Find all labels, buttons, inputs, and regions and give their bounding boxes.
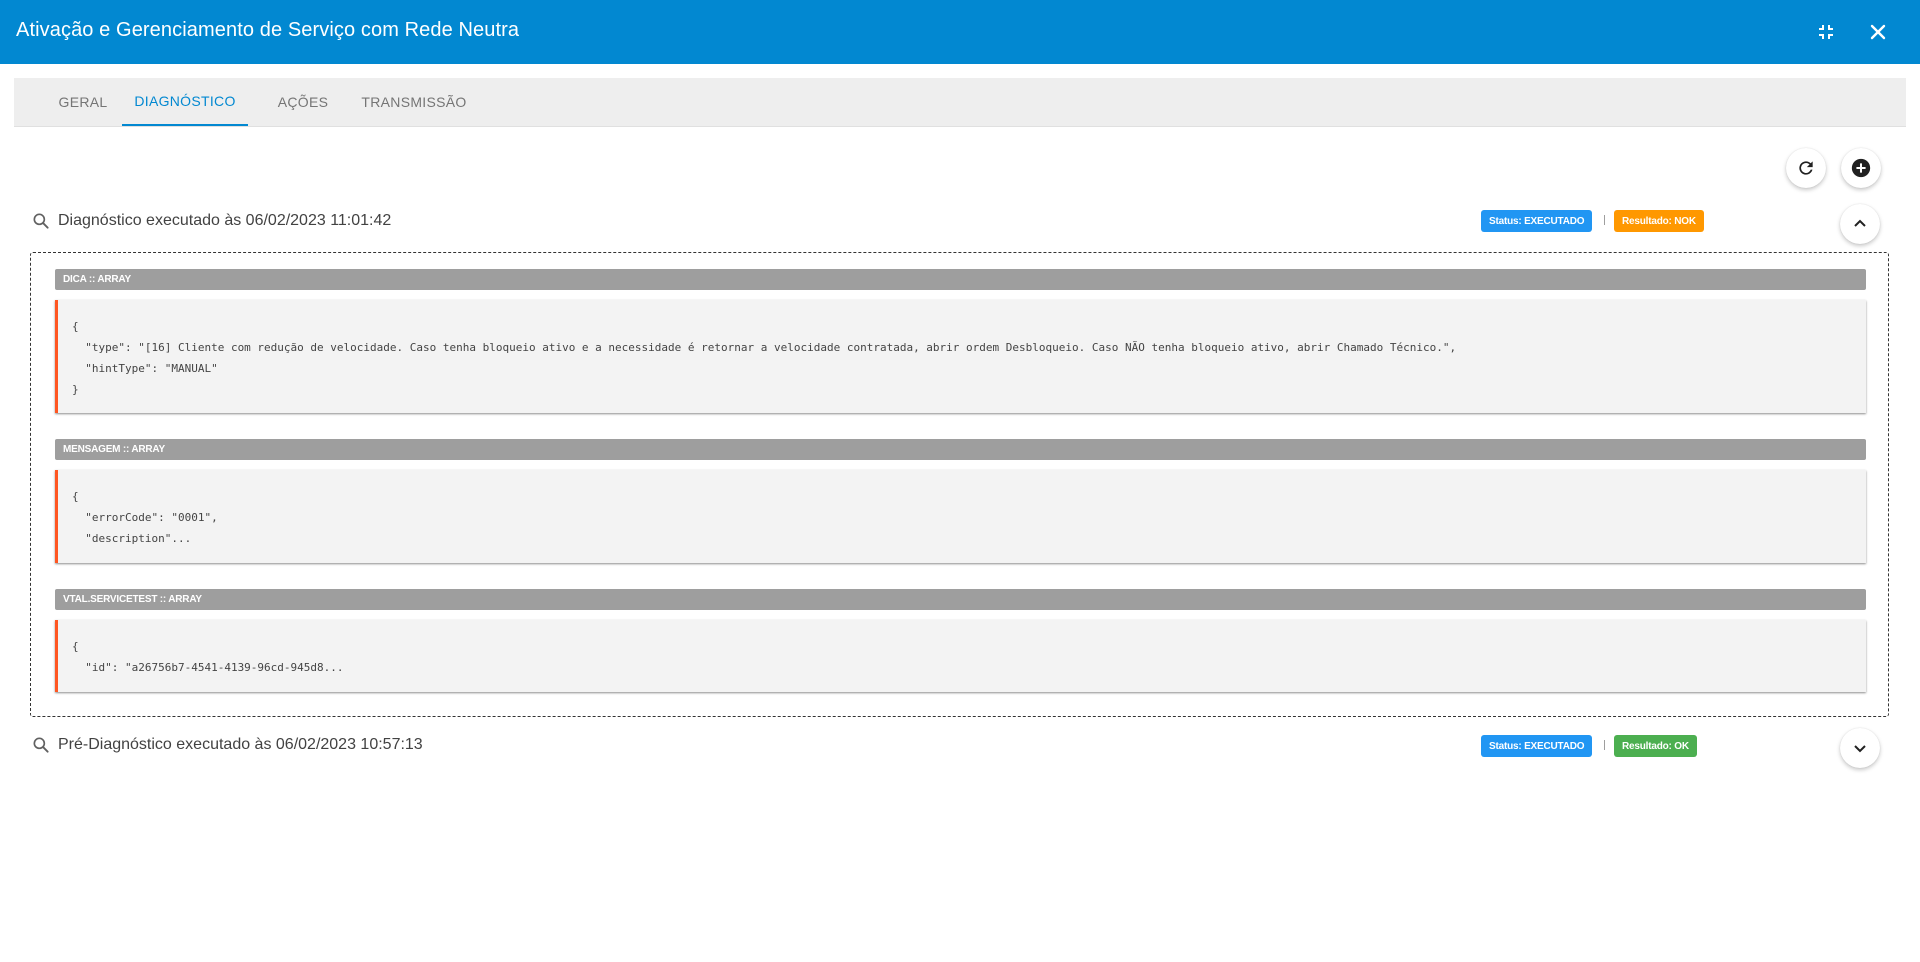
code-line: "errorCode": "0001", (72, 511, 218, 524)
chevron-down-icon (1854, 745, 1866, 753)
code-line: { (72, 320, 79, 333)
refresh-button[interactable] (1786, 148, 1826, 188)
diagnostic-title: Diagnóstico executado às 06/02/2023 11:0… (58, 212, 392, 229)
tab-bar: GERAL DIAGNÓSTICO AÇÕES TRANSMISSÃO (14, 78, 1906, 127)
tab-transmissao[interactable]: TRANSMISSÃO (354, 78, 474, 126)
code-line: "type": "[16] Cliente com redução de vel… (72, 341, 1457, 354)
refresh-icon (1799, 161, 1813, 175)
search-icon (30, 734, 52, 756)
add-circle-icon (1851, 158, 1871, 178)
code-line: "description"... (72, 532, 192, 545)
tab-acoes[interactable]: AÇÕES (268, 78, 338, 126)
window-title: Ativação e Gerenciamento de Serviço com … (16, 19, 520, 41)
status-badge: Status: EXECUTADO (1481, 210, 1593, 232)
code-block-mensagem: { "errorCode": "0001", "description"... (55, 470, 1866, 563)
collapse-arrows-icon[interactable] (1812, 18, 1840, 46)
result-badge: Resultado: NOK (1614, 210, 1704, 232)
code-line: "id": "a26756b7-4541-4139-96cd-945d8... (72, 661, 344, 674)
search-icon (30, 210, 52, 232)
code-line: { (72, 490, 79, 503)
close-icon[interactable] (1864, 18, 1892, 46)
status-badge: Status: EXECUTADO (1481, 735, 1593, 757)
tab-diagnostico[interactable]: DIAGNÓSTICO (122, 78, 248, 126)
code-line: { (72, 640, 79, 653)
add-button[interactable] (1841, 148, 1881, 188)
section-label-dica: DICA :: ARRAY (55, 269, 1866, 290)
code-line: "hintType": "MANUAL" (72, 362, 218, 375)
expand-button[interactable] (1840, 728, 1880, 768)
code-line: } (72, 383, 79, 396)
prediagnostic-header[interactable]: Pré-Diagnóstico executado às 06/02/2023 … (30, 730, 423, 760)
prediagnostic-title: Pré-Diagnóstico executado às 06/02/2023 … (58, 736, 423, 753)
section-label-servicetest: VTAL.SERVICETEST :: ARRAY (55, 589, 1866, 610)
collapse-button[interactable] (1840, 204, 1880, 244)
badge-separator (1604, 740, 1605, 750)
code-block-dica: { "type": "[16] Cliente com redução de v… (55, 300, 1866, 413)
app-header: Ativação e Gerenciamento de Serviço com … (0, 0, 1920, 64)
code-block-servicetest: { "id": "a26756b7-4541-4139-96cd-945d8..… (55, 620, 1866, 692)
tab-geral[interactable]: GERAL (48, 78, 118, 126)
diagnostic-header[interactable]: Diagnóstico executado às 06/02/2023 11:0… (30, 206, 391, 236)
section-label-mensagem: MENSAGEM :: ARRAY (55, 439, 1866, 460)
result-badge: Resultado: OK (1614, 735, 1697, 757)
chevron-up-icon (1854, 219, 1866, 227)
badge-separator (1604, 215, 1605, 225)
